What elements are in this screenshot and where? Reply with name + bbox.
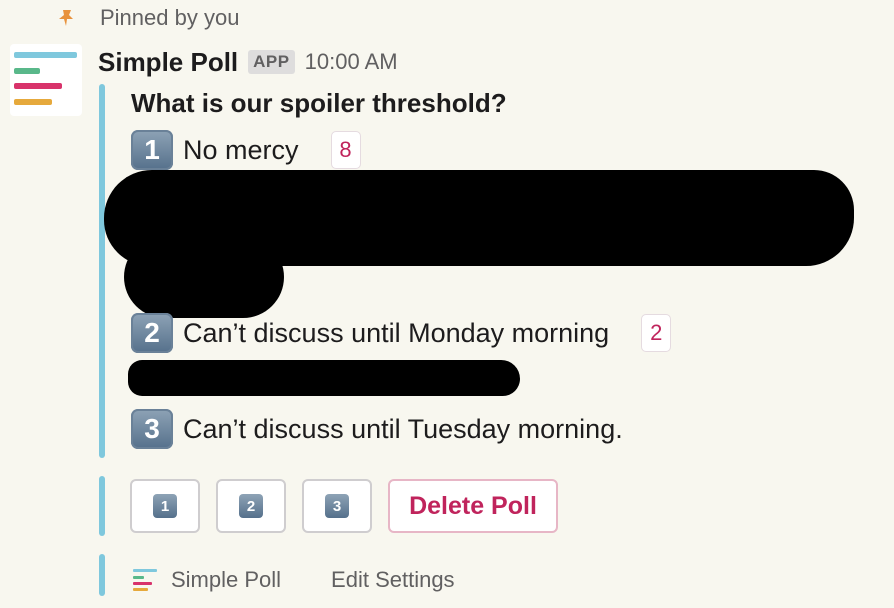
message-header: Simple Poll APP 10:00 AM (98, 44, 398, 80)
avatar[interactable] (10, 44, 82, 116)
poll-actions: 1 2 3 Delete Poll (130, 479, 558, 533)
poll-option-1: 1 No mercy 8 (131, 130, 361, 170)
attachment-footer: Simple Poll Edit Settings (131, 562, 455, 598)
pin-icon (59, 10, 73, 26)
simple-poll-logo-icon (133, 569, 157, 591)
poll-option-text: Can’t discuss until Tuesday morning. (183, 413, 623, 444)
delete-poll-button[interactable]: Delete Poll (388, 479, 558, 533)
vote-option-2-button[interactable]: 2 (216, 479, 286, 533)
vote-option-1-button[interactable]: 1 (130, 479, 200, 533)
edit-settings-link[interactable]: Edit Settings (331, 567, 455, 593)
poll-option-text: No mercy (183, 134, 299, 165)
pinned-indicator: Pinned by you (56, 4, 239, 32)
keycap-3-icon: 3 (131, 409, 173, 449)
vote-count-badge: 2 (641, 314, 672, 352)
vote-count-badge: 8 (330, 131, 361, 169)
keycap-3-icon: 3 (325, 494, 349, 518)
keycap-2-icon: 2 (239, 494, 263, 518)
attachment-bar (99, 84, 105, 458)
app-badge: APP (248, 50, 295, 74)
poll-option-2: 2 Can’t discuss until Monday morning 2 (131, 313, 672, 353)
redaction-mark (124, 236, 284, 318)
keycap-1-icon: 1 (153, 494, 177, 518)
sender-name[interactable]: Simple Poll (98, 47, 238, 78)
attachment-bar (99, 554, 105, 596)
message-timestamp[interactable]: 10:00 AM (305, 49, 398, 75)
keycap-2-icon: 2 (131, 313, 173, 353)
footer-app-name: Simple Poll (171, 567, 282, 592)
poll-option-3: 3 Can’t discuss until Tuesday morning. (131, 409, 623, 449)
keycap-1-icon: 1 (131, 130, 173, 170)
pinned-by-label: Pinned by you (100, 5, 240, 30)
poll-option-text: Can’t discuss until Monday morning (183, 317, 610, 348)
simple-poll-logo-icon (14, 52, 77, 105)
vote-option-3-button[interactable]: 3 (302, 479, 372, 533)
attachment-bar (99, 476, 105, 536)
redaction-mark (128, 360, 520, 396)
poll-question: What is our spoiler threshold? (131, 88, 507, 118)
